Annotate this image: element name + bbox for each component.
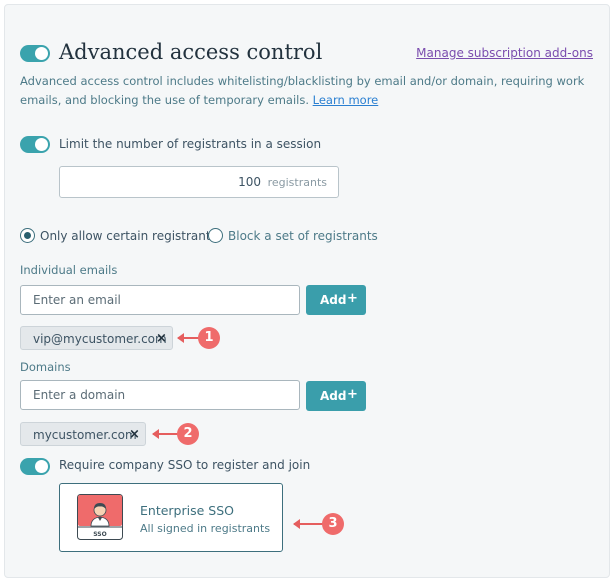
toggle-knob	[35, 138, 48, 151]
domain-input[interactable]: Enter a domain	[20, 380, 300, 410]
block-set-label[interactable]: Block a set of registrants	[228, 229, 378, 243]
require-sso-label: Require company SSO to register and join	[59, 458, 311, 472]
add-domain-label: Add	[320, 389, 347, 403]
learn-more-link[interactable]: Learn more	[313, 93, 379, 107]
email-input[interactable]: Enter an email	[20, 285, 300, 315]
only-allow-radio[interactable]	[20, 228, 35, 243]
domain-chip: mycustomer.com ×	[20, 422, 146, 446]
sso-logo-text: SSO	[93, 531, 106, 538]
manage-subscription-link[interactable]: Manage subscription add-ons	[416, 46, 593, 60]
panel-description: Advanced access control includes whiteli…	[20, 72, 598, 110]
sso-card-subtitle: All signed in registrants	[140, 522, 271, 535]
add-domain-button[interactable]: Add +	[306, 381, 366, 411]
enterprise-sso-card[interactable]: SSO Enterprise SSO All signed in registr…	[59, 483, 283, 552]
callout-badge: 1	[198, 327, 220, 349]
email-chip-text: vip@mycustomer.com	[33, 332, 167, 346]
callout-badge: 2	[177, 423, 199, 445]
access-control-toggle[interactable]	[20, 45, 50, 62]
add-email-button[interactable]: Add +	[306, 285, 366, 315]
callout-badge: 3	[322, 513, 344, 535]
sso-card-title: Enterprise SSO	[140, 503, 234, 518]
limit-registrants-label: Limit the number of registrants in a ses…	[59, 137, 322, 151]
arrow-left-icon	[152, 429, 159, 439]
block-set-radio[interactable]	[208, 228, 223, 243]
plus-icon: +	[347, 291, 358, 306]
add-email-label: Add	[320, 293, 347, 307]
registrant-limit-unit: registrants	[267, 176, 327, 189]
email-chip: vip@mycustomer.com ×	[20, 326, 173, 350]
individual-emails-label: Individual emails	[20, 263, 118, 277]
email-placeholder: Enter an email	[33, 293, 121, 307]
remove-domain-icon[interactable]: ×	[129, 427, 140, 442]
limit-registrants-toggle[interactable]	[20, 136, 50, 153]
only-allow-label[interactable]: Only allow certain registrants	[40, 229, 217, 243]
callout-3: 3	[293, 513, 344, 535]
domains-label: Domains	[20, 360, 71, 374]
panel-title: Advanced access control	[59, 40, 323, 64]
callout-1: 1	[177, 327, 220, 349]
remove-email-icon[interactable]: ×	[156, 331, 167, 346]
sso-logo-icon: SSO	[77, 494, 123, 540]
toggle-knob	[35, 47, 48, 60]
domain-placeholder: Enter a domain	[33, 388, 126, 402]
arrow-left-icon	[293, 519, 300, 529]
registrant-limit-input[interactable]: 100 registrants	[59, 166, 339, 198]
registrant-limit-value: 100	[238, 175, 261, 189]
domain-chip-text: mycustomer.com	[33, 428, 137, 442]
callout-2: 2	[152, 423, 199, 445]
description-text: Advanced access control includes whiteli…	[20, 74, 585, 107]
plus-icon: +	[347, 387, 358, 402]
toggle-knob	[35, 460, 48, 473]
require-sso-toggle[interactable]	[20, 458, 50, 475]
arrow-left-icon	[177, 333, 184, 343]
